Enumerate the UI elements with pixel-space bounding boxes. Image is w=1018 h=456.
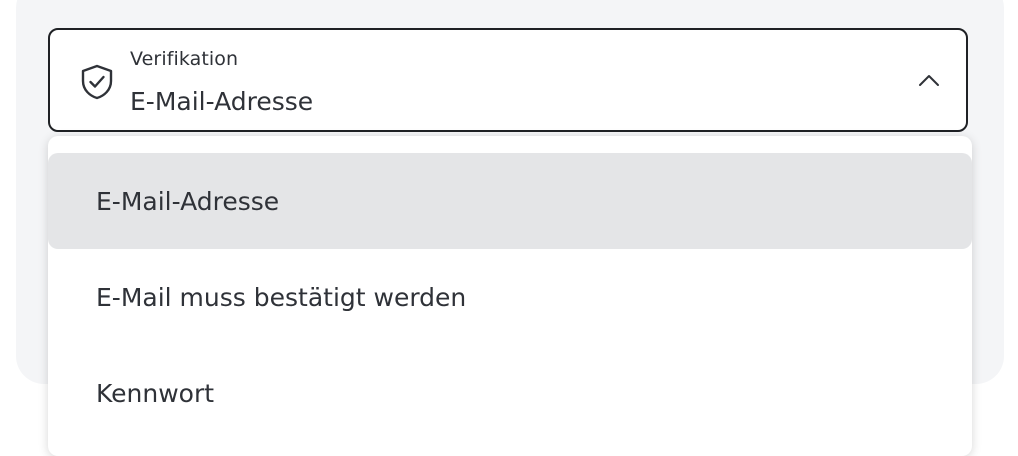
chevron-up-icon[interactable] <box>918 72 940 86</box>
select-value: E-Mail-Adresse <box>130 87 314 116</box>
dropdown-menu: E-Mail-Adresse E-Mail muss bestätigt wer… <box>48 136 972 456</box>
option-email-must-be-confirmed[interactable]: E-Mail muss bestätigt werden <box>48 249 972 345</box>
select-label: Verifikation <box>130 48 239 70</box>
shield-check-icon <box>80 64 114 100</box>
option-password[interactable]: Kennwort <box>48 345 972 441</box>
option-email-address[interactable]: E-Mail-Adresse <box>48 153 972 249</box>
verification-select[interactable]: Verifikation E-Mail-Adresse <box>48 28 968 132</box>
